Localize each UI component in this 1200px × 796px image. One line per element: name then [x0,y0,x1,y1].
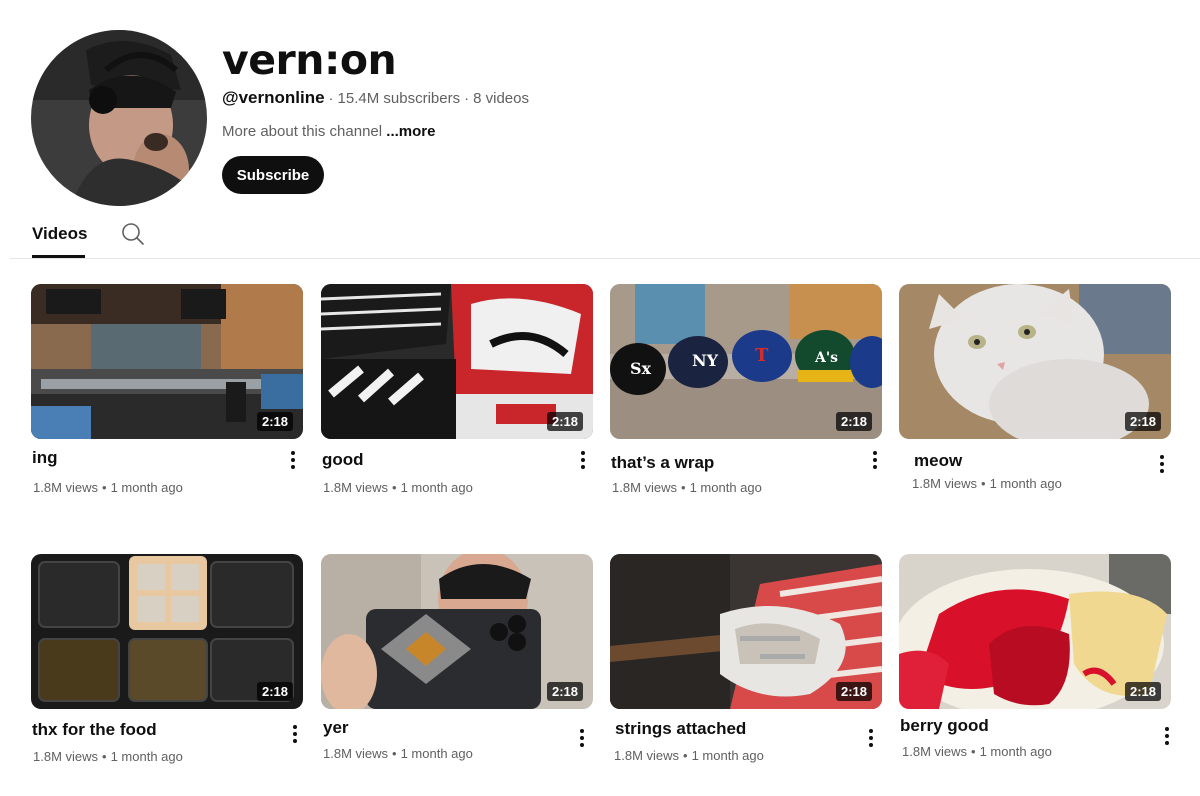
video-duration: 2:18 [546,682,583,701]
separator-dot: • [971,744,976,759]
video-thumbnail[interactable]: 2:18 [31,284,303,439]
more-vert-icon[interactable] [572,726,592,750]
view-count: 1.8M views [33,749,99,764]
svg-text:A's: A's [814,350,838,366]
video-stats: 1.8M views • 1 month ago [33,749,183,764]
more-vert-icon[interactable] [1157,724,1177,748]
upload-age: 1 month ago [400,480,473,495]
video-duration: 2:18 [256,682,293,701]
video-title[interactable]: good [322,450,364,470]
svg-text:NY: NY [692,351,719,370]
video-title[interactable]: meow [914,451,962,471]
video-duration: 2:18 [835,682,872,701]
search-icon[interactable] [120,221,146,247]
svg-text:Sx: Sx [630,359,652,378]
video-duration: 2:18 [256,412,293,431]
video-title[interactable]: that’s a wrap [611,453,714,473]
video-stats: 1.8M views • 1 month ago [614,748,764,763]
video-stats: 1.8M views • 1 month ago [612,480,762,495]
video-count: 8 videos [473,90,529,107]
video-duration: 2:18 [546,412,583,431]
video-title[interactable]: yer [323,718,349,738]
video-title[interactable]: strings attached [615,719,746,739]
about-text: More about this channel [222,123,383,140]
separator-dot: · [328,90,334,107]
upload-age: 1 month ago [689,480,762,495]
view-count: 1.8M views [614,748,680,763]
more-vert-icon[interactable] [285,722,305,746]
separator-dot: • [681,480,686,495]
separator-dot: • [102,480,107,495]
separator-dot: • [392,480,397,495]
view-count: 1.8M views [612,480,678,495]
upload-age: 1 month ago [989,476,1062,491]
video-thumbnail[interactable]: Sx NY T A's 2:18 [610,284,882,439]
more-vert-icon[interactable] [861,726,881,750]
more-vert-icon[interactable] [865,448,885,472]
tab-videos[interactable]: Videos [32,224,87,244]
view-count: 1.8M views [902,744,968,759]
video-duration: 2:18 [835,412,872,431]
separator-dot: • [102,749,107,764]
separator-dot: • [981,476,986,491]
channel-meta: @vernonline · 15.4M subscribers · 8 videos [222,88,529,108]
view-count: 1.8M views [323,480,389,495]
video-stats: 1.8M views • 1 month ago [323,746,473,761]
separator-dot: • [392,746,397,761]
upload-age: 1 month ago [691,748,764,763]
channel-avatar[interactable] [31,30,207,206]
upload-age: 1 month ago [979,744,1052,759]
video-stats: 1.8M views • 1 month ago [323,480,473,495]
tab-divider [10,258,1200,259]
more-vert-icon[interactable] [1152,452,1172,476]
video-title[interactable]: thx for the food [32,720,157,740]
video-stats: 1.8M views • 1 month ago [902,744,1052,759]
upload-age: 1 month ago [110,749,183,764]
video-thumbnail[interactable]: 2:18 [31,554,303,709]
video-stats: 1.8M views • 1 month ago [912,476,1062,491]
video-duration: 2:18 [1124,682,1161,701]
channel-name: vern:on [222,36,397,84]
video-stats: 1.8M views • 1 month ago [33,480,183,495]
video-duration: 2:18 [1124,412,1161,431]
more-vert-icon[interactable] [573,448,593,472]
video-thumbnail[interactable]: 2:18 [321,554,593,709]
video-thumbnail[interactable]: 2:18 [899,284,1171,439]
video-title[interactable]: ing [32,448,58,468]
video-title[interactable]: berry good [900,716,989,736]
view-count: 1.8M views [33,480,99,495]
upload-age: 1 month ago [400,746,473,761]
separator-dot: • [683,748,688,763]
channel-handle[interactable]: @vernonline [222,88,325,107]
view-count: 1.8M views [323,746,389,761]
video-thumbnail[interactable]: 2:18 [321,284,593,439]
subscribe-button[interactable]: Subscribe [222,156,324,194]
upload-age: 1 month ago [110,480,183,495]
video-thumbnail[interactable]: 2:18 [610,554,882,709]
svg-text:T: T [755,345,769,366]
more-link[interactable]: ...more [386,123,435,140]
more-vert-icon[interactable] [283,448,303,472]
video-thumbnail[interactable]: 2:18 [899,554,1171,709]
view-count: 1.8M views [912,476,978,491]
channel-header: vern:on @vernonline · 15.4M subscribers · 8 … [0,0,1200,260]
separator-dot: · [464,90,470,107]
channel-about[interactable]: More about this channel ...more [222,123,435,140]
subscriber-count: 15.4M subscribers [337,90,461,107]
